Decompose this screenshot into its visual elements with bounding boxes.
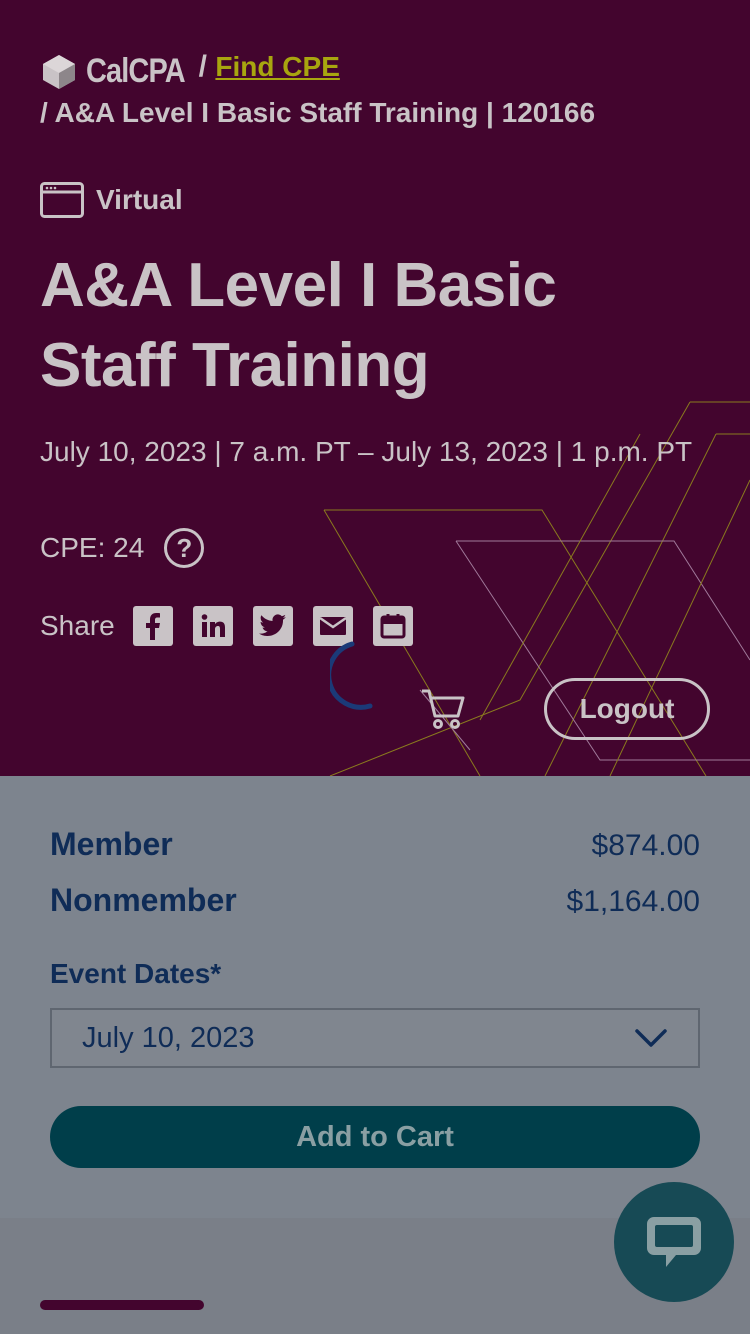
event-format: Virtual [40, 182, 183, 218]
member-label: Member [50, 826, 173, 862]
nonmember-price-row: Nonmember $1,164.00 [50, 882, 700, 919]
member-price: $874.00 [591, 829, 700, 862]
breadcrumb: CalCPA / Find CPE / A&A Level I Basic St… [40, 50, 720, 129]
help-icon[interactable]: ? [164, 528, 205, 568]
cart-icon[interactable] [420, 688, 466, 730]
nonmember-price: $1,164.00 [566, 885, 700, 918]
breadcrumb-separator: / [198, 50, 207, 83]
chat-bubble-icon [647, 1217, 701, 1267]
add-to-cart-button[interactable]: Add to Cart [50, 1106, 700, 1168]
browser-window-icon [40, 182, 84, 218]
brand-name: CalCPA [86, 52, 186, 91]
loading-spinner-icon [330, 641, 373, 710]
event-dates-label: Event Dates* [50, 958, 222, 989]
find-cpe-link[interactable]: Find CPE [215, 51, 339, 82]
twitter-icon[interactable] [252, 606, 293, 646]
chat-button[interactable] [614, 1182, 734, 1302]
calcpa-logo[interactable]: CalCPA [40, 52, 202, 91]
event-hero: CalCPA / Find CPE / A&A Level I Basic St… [0, 0, 750, 776]
event-dates: July 10, 2023 | 7 a.m. PT – July 13, 202… [40, 436, 693, 467]
selected-date: July 10, 2023 [82, 1021, 255, 1054]
logout-button[interactable]: Logout [544, 678, 710, 740]
event-title: A&A Level I Basic Staff Training [40, 251, 557, 400]
cube-logo-icon [43, 54, 75, 89]
facebook-icon[interactable] [132, 606, 173, 646]
chevron-down-icon [635, 1029, 667, 1047]
share-label: Share [40, 610, 115, 641]
nonmember-label: Nonmember [50, 882, 237, 918]
linkedin-icon[interactable] [192, 606, 233, 646]
cpe-label: CPE: 24 [40, 532, 145, 563]
format-label: Virtual [96, 184, 183, 215]
event-date-select[interactable]: July 10, 2023 [50, 1008, 700, 1068]
member-price-row: Member $874.00 [50, 826, 700, 863]
cpe-credits: CPE: 24 ? [40, 528, 205, 568]
bottom-accent-bar [40, 1300, 204, 1310]
breadcrumb-current: / A&A Level I Basic Staff Training | 120… [40, 97, 596, 129]
